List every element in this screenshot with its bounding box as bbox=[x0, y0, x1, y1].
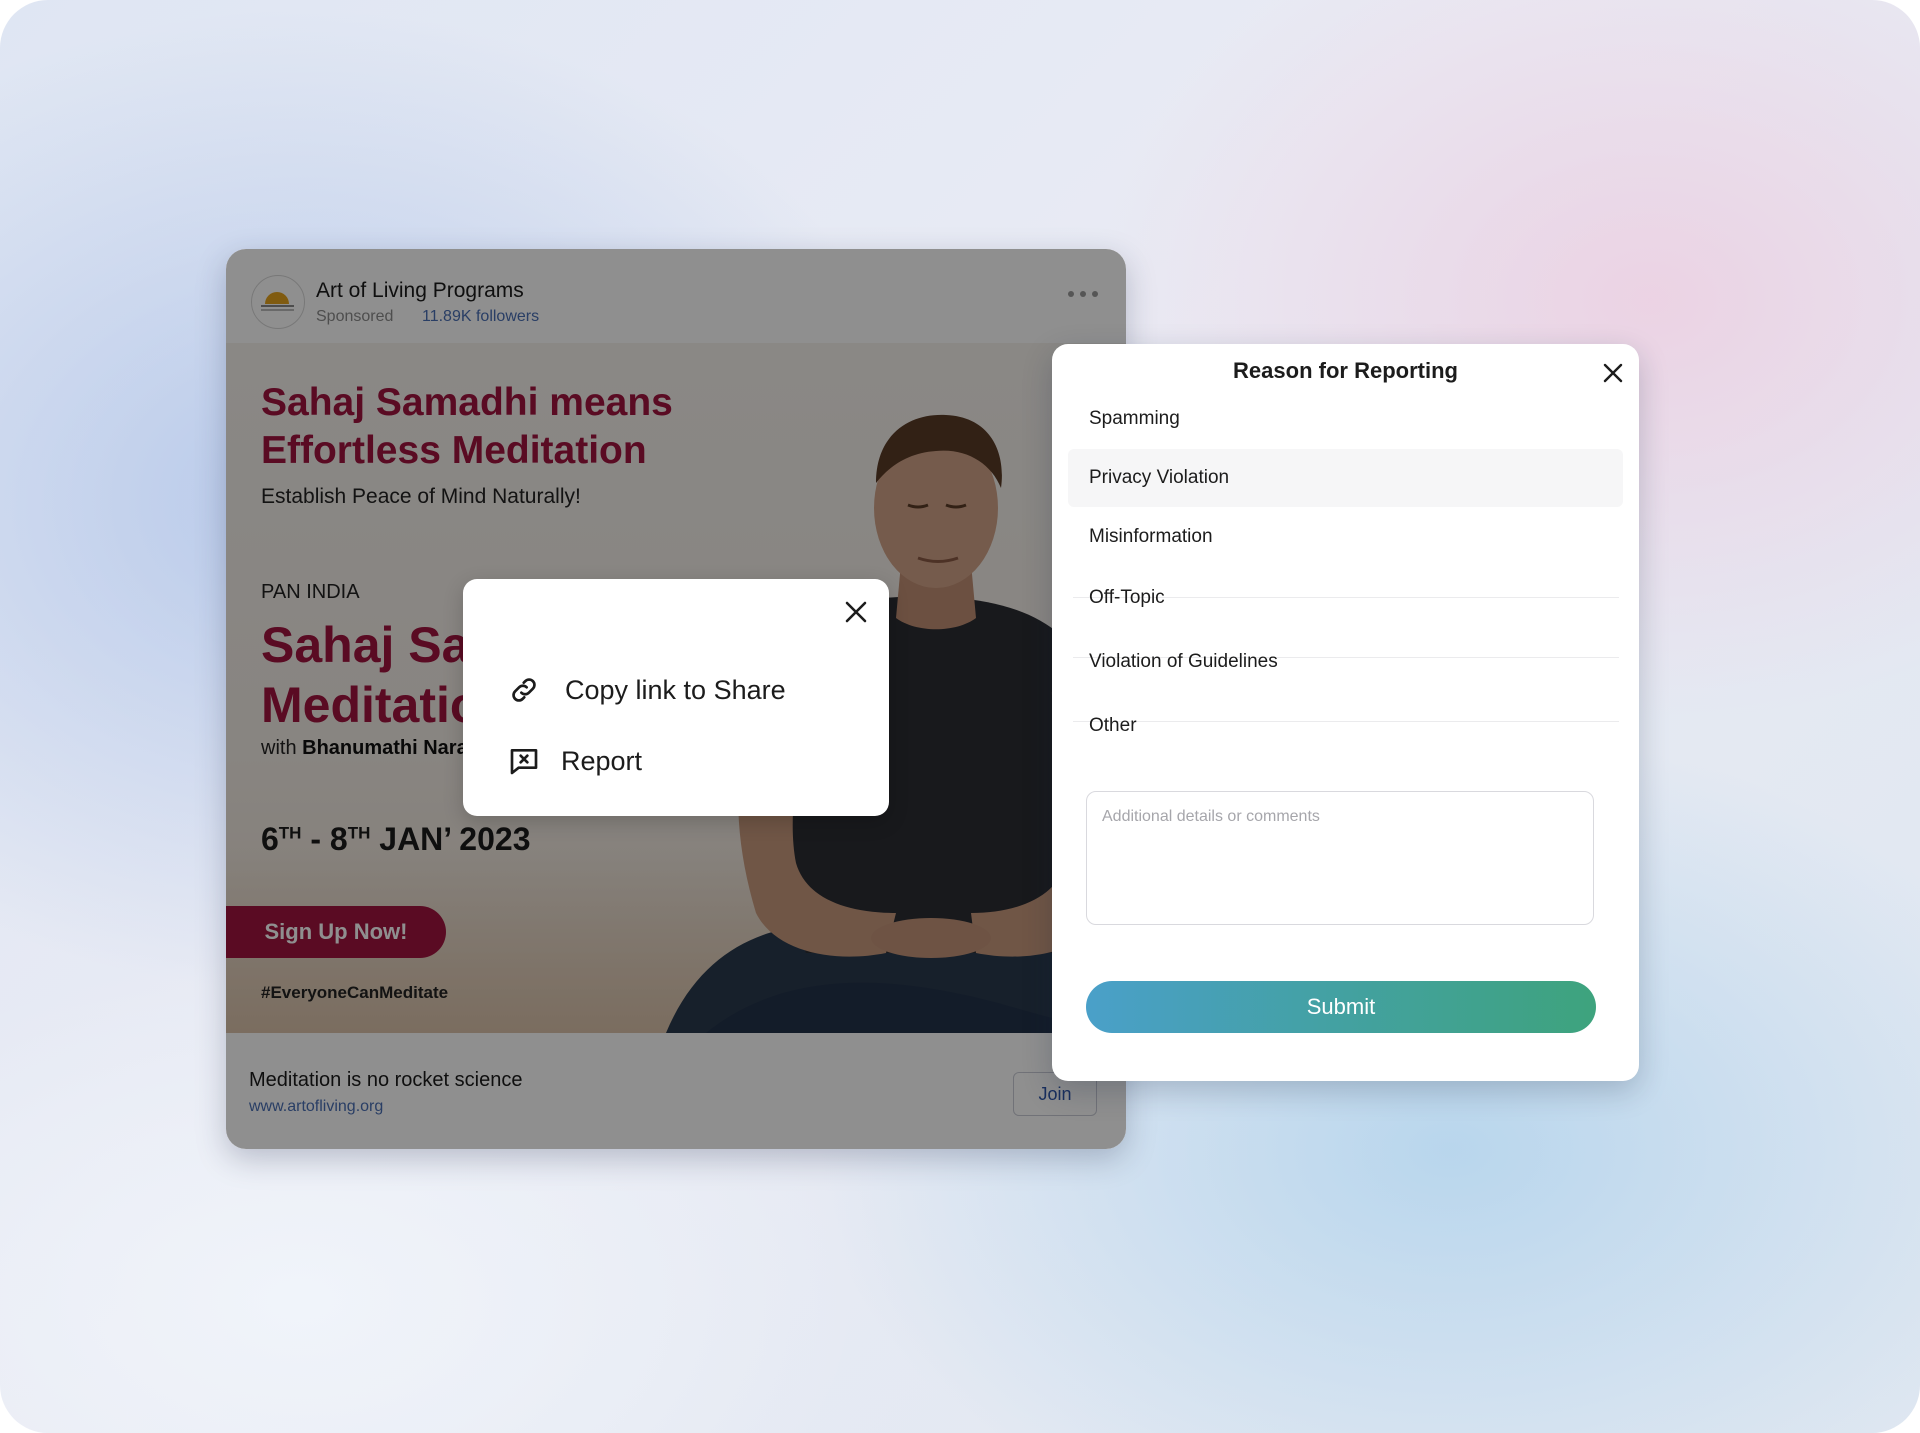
reason-option-misinformation[interactable]: Misinformation bbox=[1068, 507, 1623, 567]
share-menu-popup: Copy link to Share Report bbox=[463, 579, 889, 816]
reason-option-privacy-violation[interactable]: Privacy Violation bbox=[1068, 449, 1623, 507]
close-icon[interactable] bbox=[1600, 360, 1626, 386]
reason-option-violation-of-guidelines[interactable]: Violation of Guidelines bbox=[1068, 632, 1623, 692]
background: Art of Living Programs Sponsored 11.89K … bbox=[0, 0, 1920, 1433]
report-icon bbox=[507, 744, 541, 778]
menu-item-label: Report bbox=[561, 745, 643, 776]
reason-option-spamming[interactable]: Spamming bbox=[1068, 389, 1623, 449]
reason-option-off-topic[interactable]: Off-Topic bbox=[1068, 568, 1623, 628]
submit-button[interactable]: Submit bbox=[1086, 981, 1596, 1033]
menu-item-label: Copy link to Share bbox=[565, 674, 786, 705]
report-menu-item[interactable]: Report bbox=[507, 741, 642, 781]
reason-option-other[interactable]: Other bbox=[1068, 696, 1623, 756]
link-icon bbox=[507, 673, 541, 707]
additional-details-field[interactable] bbox=[1086, 791, 1594, 925]
copy-link-menu-item[interactable]: Copy link to Share bbox=[507, 670, 786, 710]
report-reason-modal: Reason for Reporting Spamming Privacy Vi… bbox=[1052, 344, 1639, 1081]
close-icon[interactable] bbox=[843, 599, 869, 625]
modal-title: Reason for Reporting bbox=[1233, 358, 1458, 383]
